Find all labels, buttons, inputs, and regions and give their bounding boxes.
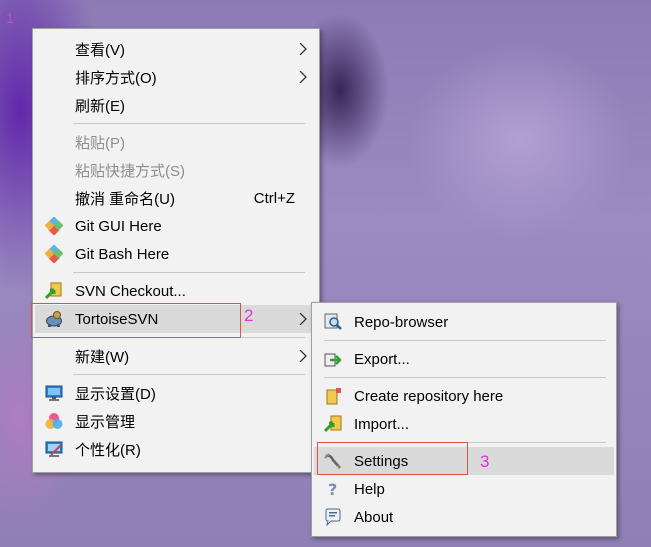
- menu-item-refresh[interactable]: 刷新(E): [35, 91, 317, 119]
- menu-item-paste-shortcut[interactable]: 粘贴快捷方式(S): [35, 156, 317, 184]
- callout-number-3: 3: [480, 452, 490, 471]
- menu-item-label: 粘贴(P): [75, 134, 125, 152]
- create-repository-icon: [326, 388, 341, 405]
- menu-item-label: Git GUI Here: [75, 217, 162, 235]
- repo-browser-icon: [324, 313, 342, 330]
- menu-item-sort-by[interactable]: 排序方式(O): [35, 63, 317, 91]
- menu-item-label: 新建(W): [75, 348, 130, 366]
- desktop-context-menu: 查看(V) 排序方式(O) 刷新(E) 粘贴(P) 粘贴快捷方式(S) 撤消 重…: [32, 28, 320, 473]
- git-bash-icon: [45, 245, 63, 263]
- menu-item-label: 查看(V): [75, 41, 125, 59]
- menu-separator: [73, 123, 305, 124]
- menu-item-shortcut: Ctrl+Z: [253, 189, 295, 207]
- svg-text:?: ?: [328, 480, 337, 498]
- callout-box-tortoisesvn: [31, 303, 241, 338]
- git-gui-icon: [45, 217, 63, 235]
- chevron-right-icon: [299, 71, 307, 83]
- menu-item-label: 排序方式(O): [75, 69, 157, 87]
- menu-separator: [73, 374, 305, 375]
- submenu-item-label: Create repository here: [354, 387, 504, 405]
- chevron-right-icon: [299, 350, 307, 362]
- submenu-item-import[interactable]: Import...: [314, 410, 614, 438]
- menu-item-label: 显示设置(D): [75, 385, 156, 403]
- personalize-icon: [45, 441, 63, 457]
- callout-box-settings: [317, 442, 468, 475]
- submenu-item-label: Help: [354, 480, 385, 498]
- svn-checkout-icon: [45, 282, 62, 300]
- submenu-item-about[interactable]: About: [314, 503, 614, 531]
- submenu-item-label: About: [354, 508, 394, 526]
- help-icon: ?: [328, 480, 337, 498]
- menu-item-git-gui[interactable]: Git GUI Here: [35, 212, 317, 240]
- menu-separator: [324, 377, 606, 378]
- export-icon: [324, 353, 342, 367]
- menu-item-label: 撤消 重命名(U): [75, 190, 175, 208]
- menu-item-paste[interactable]: 粘贴(P): [35, 128, 317, 156]
- menu-item-label: 显示管理: [75, 413, 136, 431]
- menu-item-git-bash[interactable]: Git Bash Here: [35, 240, 317, 268]
- display-settings-icon: [45, 385, 63, 401]
- display-management-icon: [45, 413, 63, 429]
- corner-number-marker: 1: [6, 10, 14, 26]
- chevron-right-icon: [299, 313, 307, 325]
- menu-item-display-settings[interactable]: 显示设置(D): [35, 379, 317, 407]
- submenu-item-help[interactable]: ? Help: [314, 475, 614, 503]
- menu-item-display-management[interactable]: 显示管理: [35, 407, 317, 435]
- submenu-item-export[interactable]: Export...: [314, 345, 614, 373]
- menu-item-label: SVN Checkout...: [75, 282, 186, 300]
- chevron-right-icon: [299, 43, 307, 55]
- menu-separator: [324, 340, 606, 341]
- tortoisesvn-submenu: Repo-browser Export... Create repository…: [311, 302, 617, 537]
- submenu-item-label: Repo-browser: [354, 313, 449, 331]
- callout-number-2: 2: [244, 306, 254, 325]
- menu-separator: [73, 272, 305, 273]
- menu-item-undo-rename[interactable]: 撤消 重命名(U) Ctrl+Z: [35, 184, 317, 212]
- submenu-item-label: Export...: [354, 350, 410, 368]
- submenu-item-label: Import...: [354, 415, 410, 433]
- import-icon: [324, 415, 342, 433]
- menu-item-view[interactable]: 查看(V): [35, 35, 317, 63]
- menu-item-label: 个性化(R): [75, 441, 141, 459]
- submenu-item-create-repository[interactable]: Create repository here: [314, 382, 614, 410]
- submenu-item-repo-browser[interactable]: Repo-browser: [314, 308, 614, 336]
- menu-item-svn-checkout[interactable]: SVN Checkout...: [35, 277, 317, 305]
- menu-item-personalize[interactable]: 个性化(R): [35, 435, 317, 463]
- menu-item-label: 粘贴快捷方式(S): [75, 162, 185, 180]
- menu-item-label: 刷新(E): [75, 97, 125, 115]
- about-icon: [325, 508, 341, 526]
- menu-item-new[interactable]: 新建(W): [35, 342, 317, 370]
- menu-item-label: Git Bash Here: [75, 245, 170, 263]
